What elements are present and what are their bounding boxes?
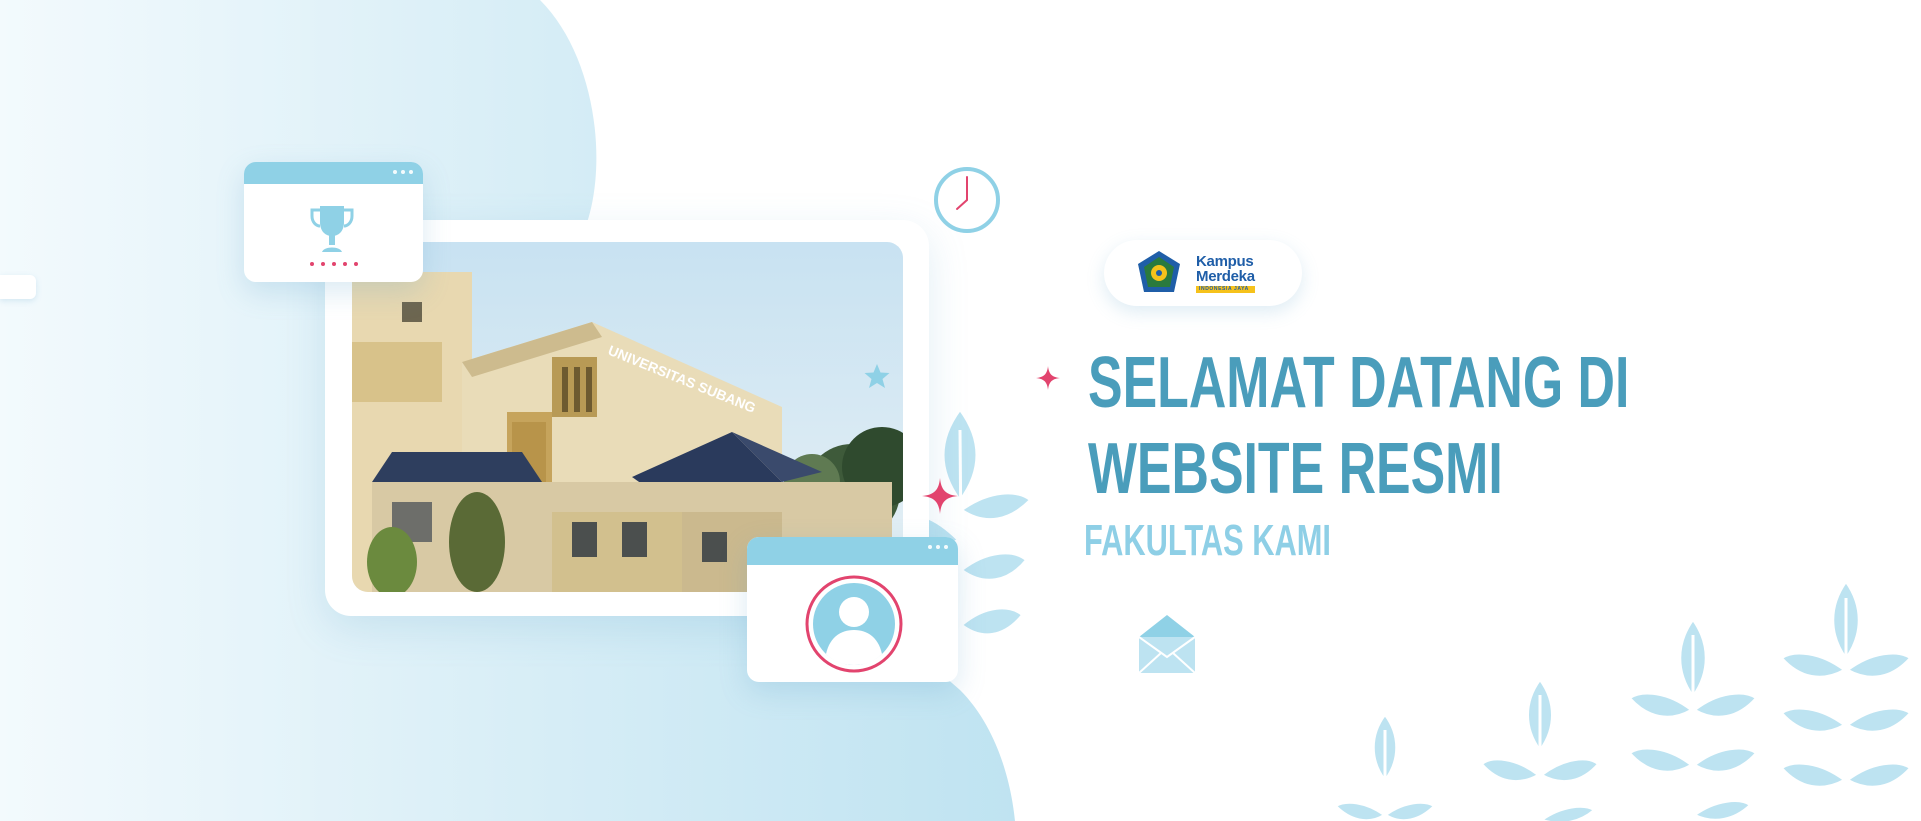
profile-card-header [747,537,958,565]
trophy-icon [310,206,354,252]
kampus-merdeka-logo: Kampus Merdeka INDONESIA JAYA [1196,254,1255,293]
window-dots [393,170,413,174]
kampus-merdeka-tagline: INDONESIA JAYA [1196,285,1255,293]
partner-logos: Kampus Merdeka INDONESIA JAYA [1104,240,1302,306]
kampus-merdeka-line2: Merdeka [1196,267,1255,285]
user-avatar-icon [805,575,903,673]
star-icon [864,364,890,388]
hero-banner: UNIVERSITAS SUBANG Kampus Merdeka INDONE… [0,0,1921,821]
trophy-card[interactable] [244,162,423,282]
side-tab[interactable] [0,275,36,299]
leaf-decoration-right [1334,580,1912,821]
window-dots [928,545,948,549]
trophy-card-dots [310,262,358,266]
hero-title-line2: WEBSITE RESMI [1088,429,1503,509]
sparkle-icon [922,478,958,514]
kampus-merdeka-line1: Kampus [1196,252,1254,270]
hero-subtitle: FAKULTAS KAMI [1084,516,1331,565]
trophy-card-header [244,162,423,184]
hero-title-line1: SELAMAT DATANG DI [1088,343,1630,423]
sparkle-small-icon [1036,366,1060,390]
university-seal-logo [1138,251,1180,292]
profile-card[interactable] [747,537,958,682]
hero-title: SELAMAT DATANG DI WEBSITE RESMI [1088,340,1629,512]
clock-icon [934,167,1000,233]
envelope-icon [1138,615,1196,674]
